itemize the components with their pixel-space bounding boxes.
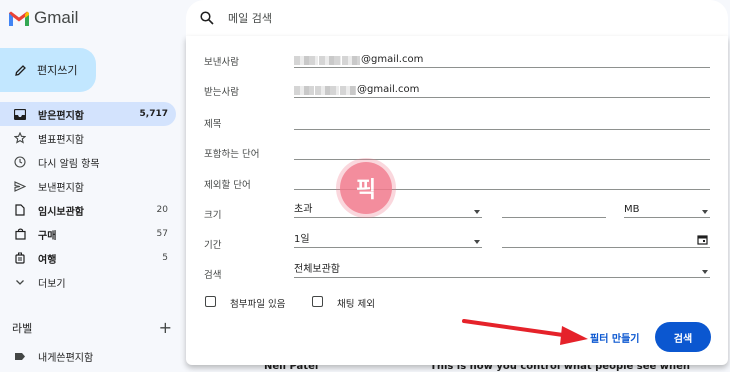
luggage-icon: [12, 252, 28, 264]
sidebar-item-inbox[interactable]: 받은편지함 5,717: [0, 102, 176, 126]
search-in-label: 검색: [204, 270, 222, 281]
send-icon: [12, 180, 28, 192]
sidebar-item-label: 구매: [38, 230, 57, 242]
sidebar-item-label: 받은편지함: [38, 110, 84, 122]
annotation-arrow: [462, 319, 588, 345]
date-range-value: 1일: [294, 234, 310, 245]
search-icon[interactable]: [200, 11, 214, 25]
redacted-text: [319, 56, 341, 65]
not-words-label: 제외할 단어: [204, 180, 251, 191]
search-filter-panel: 보낸사람 @gmail.com 받는사람 @gmail.com 제목 포함하는 …: [186, 36, 728, 365]
compose-label: 편지쓰기: [37, 64, 78, 77]
add-label-button[interactable]: +: [159, 318, 172, 337]
calendar-icon[interactable]: [697, 234, 708, 245]
sidebar-item-label: 별표편지함: [38, 134, 84, 146]
search-in-value: 전체보관함: [294, 264, 340, 275]
date-range-select[interactable]: 1일: [294, 232, 482, 248]
star-icon: [12, 132, 28, 144]
size-operator-value: 초과: [294, 204, 313, 215]
gmail-m-icon: [9, 11, 29, 26]
sidebar-item-label: 보낸편지함: [38, 182, 84, 194]
unread-count: 5: [162, 253, 168, 263]
dropdown-arrow-icon: [702, 210, 708, 214]
inbox-icon: [12, 108, 28, 120]
compose-button[interactable]: 편지쓰기: [0, 48, 96, 92]
create-filter-link[interactable]: 필터 만들기: [590, 330, 639, 345]
size-operator-select[interactable]: 초과: [294, 202, 482, 218]
size-unit-select[interactable]: MB: [624, 202, 710, 218]
email-sender: Neil Patel: [264, 364, 319, 372]
exclude-chats-checkbox[interactable]: [312, 296, 323, 307]
watermark-stamp: 픽: [340, 162, 392, 214]
labels-header: 라벨 +: [12, 318, 172, 337]
redacted-text: [294, 86, 314, 95]
dropdown-arrow-icon: [702, 270, 708, 274]
sidebar-item-drafts[interactable]: 임시보관함 20: [0, 198, 176, 222]
sidebar-item-label: 임시보관함: [38, 206, 84, 218]
sidebar-item-purchases[interactable]: 구매 57: [0, 222, 176, 246]
unread-count: 20: [156, 205, 168, 215]
subject-label: 제목: [204, 119, 222, 130]
sidebar-item-starred[interactable]: 별표편지함: [0, 126, 176, 150]
unread-count: 57: [156, 229, 168, 239]
size-label: 크기: [204, 210, 222, 221]
has-words-field[interactable]: [294, 144, 710, 160]
shopping-bag-icon: [12, 228, 28, 240]
gmail-logo[interactable]: Gmail: [8, 8, 78, 28]
clock-icon: [12, 156, 28, 168]
sidebar-item-label: 다시 알림 항목: [38, 158, 100, 170]
redacted-text: [340, 86, 356, 95]
sidebar-label-item[interactable]: 내게쓴편지함: [0, 344, 176, 368]
dropdown-arrow-icon: [474, 210, 480, 214]
labels-title: 라벨: [12, 321, 33, 335]
to-value: @gmail.com: [357, 84, 420, 95]
search-input[interactable]: 메일 검색: [228, 10, 272, 26]
from-label: 보낸사람: [204, 57, 239, 68]
redacted-text: [315, 86, 339, 95]
has-words-label: 포함하는 단어: [204, 149, 260, 160]
has-attachment-label: 첨부파일 있음: [230, 299, 286, 310]
email-subject: This is how you control what people see …: [430, 364, 691, 372]
pencil-icon: [15, 64, 26, 76]
exclude-chats-label: 채팅 제외: [337, 299, 375, 310]
sidebar-item-label: 더보기: [38, 278, 66, 290]
sidebar-item-label: 여행: [38, 254, 57, 266]
from-value: @gmail.com: [361, 54, 424, 65]
dropdown-arrow-icon: [474, 240, 480, 244]
sidebar-item-sent[interactable]: 보낸편지함: [0, 174, 176, 198]
has-attachment-checkbox[interactable]: [205, 296, 216, 307]
search-button[interactable]: 검색: [655, 322, 711, 352]
sidebar-item-label: 내게쓴편지함: [38, 352, 94, 364]
sidebar-item-more[interactable]: 더보기: [0, 270, 176, 294]
redacted-text: [294, 56, 318, 65]
date-field[interactable]: [502, 232, 710, 248]
date-label: 기간: [204, 240, 222, 251]
to-field[interactable]: @gmail.com: [294, 82, 710, 98]
unread-count: 5,717: [139, 109, 168, 119]
chevron-down-icon: [12, 279, 28, 286]
email-row[interactable]: Neil Patel This is how you control what …: [186, 364, 730, 372]
label-tag-icon: [12, 352, 28, 361]
sidebar-item-snoozed[interactable]: 다시 알림 항목: [0, 150, 176, 174]
search-in-select[interactable]: 전체보관함: [294, 262, 710, 278]
size-value-field[interactable]: [502, 202, 606, 218]
draft-icon: [12, 204, 28, 216]
subject-field[interactable]: [294, 114, 710, 130]
redacted-text: [342, 56, 360, 65]
size-unit-value: MB: [624, 204, 640, 215]
from-field[interactable]: @gmail.com: [294, 52, 710, 68]
to-label: 받는사람: [204, 87, 239, 98]
search-bar[interactable]: 메일 검색: [186, 0, 728, 36]
sidebar-item-travel[interactable]: 여행 5: [0, 246, 176, 270]
sidebar-nav: 받은편지함 5,717 별표편지함 다시 알림 항목 보낸편지함 임시보관함 2…: [0, 102, 176, 294]
app-name: Gmail: [34, 8, 79, 27]
